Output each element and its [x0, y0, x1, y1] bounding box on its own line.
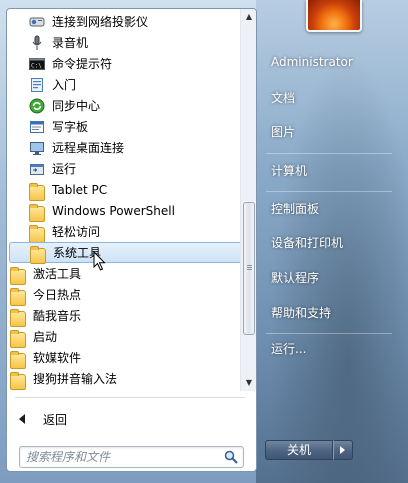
folder-icon — [29, 224, 45, 243]
folder-icon — [30, 245, 46, 264]
divider — [266, 191, 392, 192]
shutdown-options-arrow-icon[interactable] — [333, 440, 353, 460]
devices-printers-link[interactable]: 设备和打印机 — [262, 229, 392, 255]
search-input[interactable] — [26, 449, 216, 465]
documents-link[interactable]: 文档 — [262, 84, 392, 110]
shutdown-button[interactable]: 关机 — [265, 440, 333, 460]
folder-icon — [10, 350, 26, 369]
back-arrow-icon — [19, 414, 25, 424]
getting-started-icon — [29, 77, 45, 93]
remote-desktop-icon — [29, 140, 45, 156]
folder-icon — [10, 266, 26, 285]
pictures-link[interactable]: 图片 — [262, 118, 392, 144]
list-item-getting-started[interactable]: 入门 — [7, 74, 240, 95]
folder-icon — [10, 287, 26, 306]
microphone-icon — [29, 35, 45, 51]
scroll-down-arrow-icon[interactable]: ▼ — [241, 375, 256, 391]
list-item-network-projector[interactable]: 连接到网络投影仪 — [7, 11, 240, 32]
computer-link[interactable]: 计算机 — [262, 157, 392, 183]
list-item-run[interactable]: 运行 — [7, 158, 240, 179]
help-support-link[interactable]: 帮助和支持 — [262, 299, 392, 325]
list-item-ease-of-access[interactable]: 轻松访问 — [7, 221, 240, 243]
start-menu: 连接到网络投影仪 录音机 C:\ 命令提示符 入门 同步中心 写字板 远程桌面连… — [0, 0, 408, 483]
scroll-up-arrow-icon[interactable]: ▲ — [241, 9, 256, 25]
list-item-sound-recorder[interactable]: 录音机 — [7, 32, 240, 53]
run-link[interactable]: 运行... — [262, 335, 392, 361]
list-item-tablet-pc[interactable]: Tablet PC — [7, 179, 240, 201]
user-avatar[interactable] — [306, 0, 362, 32]
list-item-wordpad[interactable]: 写字板 — [7, 116, 240, 137]
program-list: 连接到网络投影仪 录音机 C:\ 命令提示符 入门 同步中心 写字板 远程桌面连… — [7, 9, 240, 391]
divider — [266, 333, 392, 334]
mouse-cursor-icon — [93, 251, 106, 271]
sync-center-icon — [29, 98, 45, 114]
run-icon — [29, 161, 45, 177]
command-prompt-icon: C:\ — [29, 56, 45, 72]
list-item-command-prompt[interactable]: C:\ 命令提示符 — [7, 53, 240, 74]
projector-icon — [29, 14, 45, 30]
list-item-sogou-pinyin[interactable]: 搜狗拼音输入法 — [7, 368, 240, 390]
divider — [15, 397, 245, 398]
svg-text:C:\: C:\ — [31, 62, 42, 69]
search-icon[interactable] — [224, 450, 238, 464]
folder-icon — [10, 371, 26, 390]
list-item-today-hot[interactable]: 今日热点 — [7, 284, 240, 306]
control-panel-link[interactable]: 控制面板 — [262, 195, 392, 221]
scrollbar-thumb[interactable] — [243, 202, 255, 335]
wordpad-icon — [29, 119, 45, 135]
divider — [266, 153, 392, 154]
list-item-system-tools[interactable]: 系统工具 — [9, 242, 240, 264]
program-list-scrollbar[interactable]: ▲ ▼ — [240, 9, 256, 391]
folder-icon — [29, 203, 45, 222]
folder-icon — [29, 182, 45, 201]
default-programs-link[interactable]: 默认程序 — [262, 264, 392, 290]
programs-panel: 连接到网络投影仪 录音机 C:\ 命令提示符 入门 同步中心 写字板 远程桌面连… — [6, 8, 257, 472]
folder-icon — [10, 329, 26, 348]
list-item-remote-desktop[interactable]: 远程桌面连接 — [7, 137, 240, 158]
list-item-startup[interactable]: 启动 — [7, 326, 240, 348]
back-button[interactable]: 返回 — [7, 407, 256, 431]
user-name-link[interactable]: Administrator — [262, 49, 392, 75]
search-box — [19, 446, 244, 468]
list-item-ruanmei-software[interactable]: 软媒软件 — [7, 347, 240, 369]
folder-icon — [10, 308, 26, 327]
list-item-activation-tools[interactable]: 激活工具 — [7, 263, 240, 285]
list-item-windows-powershell[interactable]: Windows PowerShell — [7, 200, 240, 222]
list-item-sync-center[interactable]: 同步中心 — [7, 95, 240, 116]
list-item-kuwo-music[interactable]: 酷我音乐 — [7, 305, 240, 327]
